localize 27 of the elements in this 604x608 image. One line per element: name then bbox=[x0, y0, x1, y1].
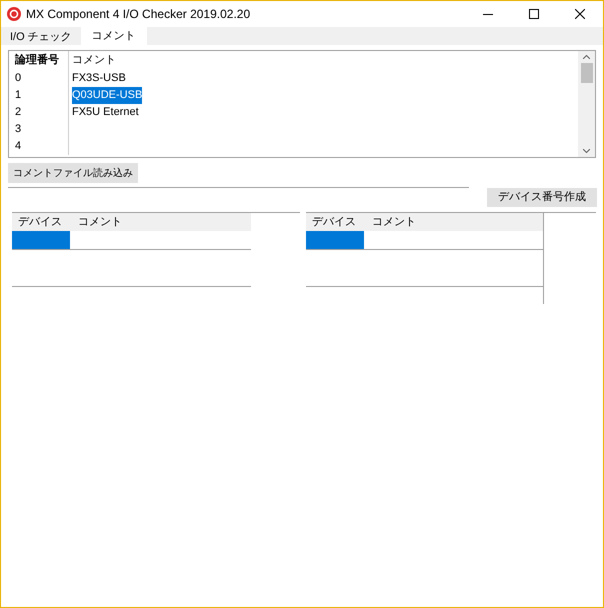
app-logo-icon bbox=[7, 7, 21, 21]
scroll-thumb[interactable] bbox=[580, 63, 592, 83]
column-header: デバイス bbox=[18, 214, 62, 230]
row-number: 2 bbox=[15, 105, 22, 120]
maximize-icon bbox=[529, 9, 539, 19]
column-header: コメント bbox=[372, 214, 416, 230]
close-icon bbox=[575, 9, 585, 19]
column-header: 論理番号 bbox=[15, 52, 59, 68]
scroll-up-icon bbox=[583, 55, 590, 59]
window-title: MX Component 4 I/O Checker 2019.02.20 bbox=[26, 6, 250, 23]
row-number: 3 bbox=[15, 122, 22, 138]
column-header: コメント bbox=[78, 214, 122, 230]
load-comment-file-button[interactable]: コメントファイル読み込み bbox=[8, 163, 138, 183]
scrollbar[interactable] bbox=[578, 51, 595, 157]
column-header: デバイス bbox=[312, 214, 356, 230]
table-cell[interactable]: FX3S-USB bbox=[72, 70, 126, 87]
table-cell[interactable]: Q03UDE-USB bbox=[72, 87, 142, 104]
row-number: 4 bbox=[15, 139, 22, 154]
table-cell[interactable] bbox=[12, 231, 70, 249]
table-cell[interactable] bbox=[306, 231, 364, 249]
row-number: 0 bbox=[15, 71, 22, 86]
table-cell[interactable]: FX5U Eternet bbox=[72, 104, 139, 121]
row-number: 1 bbox=[15, 88, 22, 104]
scroll-down-icon bbox=[583, 149, 590, 153]
column-header: コメント bbox=[72, 53, 116, 68]
tab[interactable]: コメント bbox=[80, 27, 147, 45]
create-device-number-button[interactable]: デバイス番号作成 bbox=[487, 188, 597, 207]
